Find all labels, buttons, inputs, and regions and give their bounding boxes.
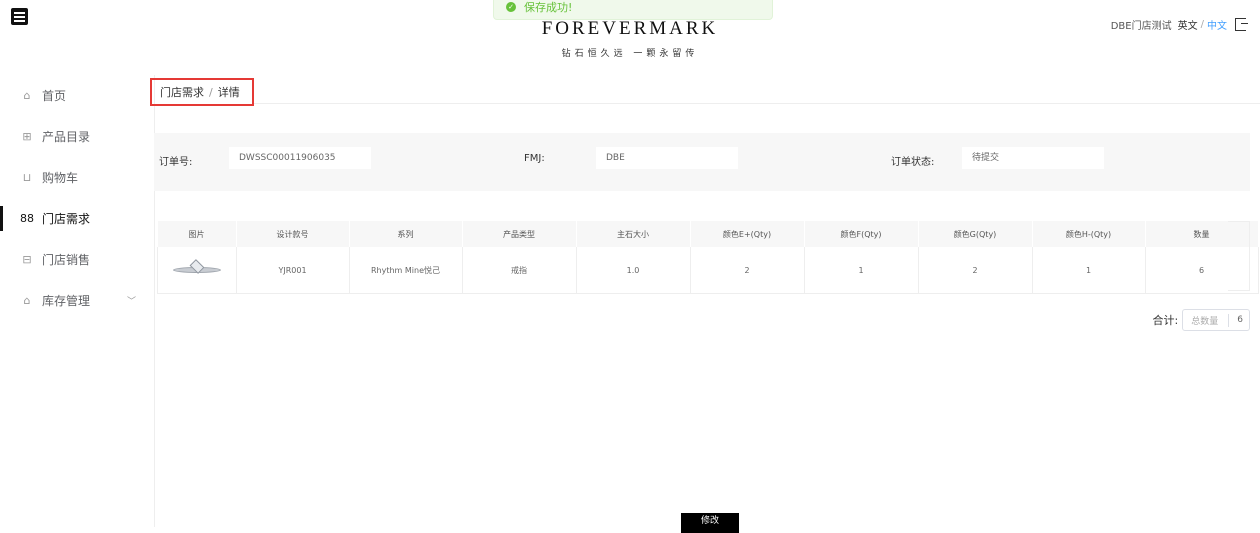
toast-message: 保存成功! [524, 1, 573, 14]
column-header: 产品类型 [462, 221, 577, 247]
sidebar-item-label: 购物车 [42, 171, 79, 185]
lang-english-link[interactable]: 英文 [1178, 17, 1198, 32]
logo-tagline: 钻石恒久远 一颗永留传 [561, 49, 699, 59]
breadcrumb-parent-link[interactable]: 门店需求 [160, 84, 204, 100]
chevron-down-icon: ﹀ [126, 297, 136, 307]
product-type-cell: 戒指 [462, 247, 577, 294]
sidebar-item-label: 库存管理 [42, 294, 91, 308]
warehouse-icon: ⌂ [23, 294, 31, 307]
lang-separator: / [1200, 19, 1204, 30]
sidebar-item-catalog[interactable]: ⊞ 产品目录 [0, 116, 154, 157]
fmj-field: DBE [596, 147, 738, 169]
sidebar-item-store-demand[interactable]: 88 门店需求 [0, 198, 154, 239]
order-items-table: 图片 设计款号 系列 产品类型 主石大小 颜色E+(Qty) 颜色F(Qty) … [157, 221, 1259, 294]
column-header: 系列 [349, 221, 463, 247]
fmj-label: FMJ: [524, 153, 545, 164]
column-header: 颜色G(Qty) [918, 221, 1033, 247]
breadcrumb: 门店需求 / 详情 [150, 78, 254, 106]
home-icon: ⌂ [23, 89, 31, 102]
total-quantity-field: 总数量 6 [1182, 309, 1250, 331]
logout-icon[interactable] [1235, 18, 1248, 31]
order-status-label: 订单状态: [891, 157, 935, 168]
total-quantity-placeholder: 总数量 [1183, 313, 1230, 327]
sidebar-item-store-sales[interactable]: ⊟ 门店销售 [0, 239, 154, 280]
logo-wordmark: FOREVERMARK [541, 18, 719, 39]
color-h-qty-cell: 1 [1032, 247, 1146, 294]
order-number-label: 订单号: [159, 157, 193, 168]
sidebar-item-label: 产品目录 [42, 130, 91, 144]
column-header: 图片 [157, 221, 237, 247]
breadcrumb-separator: / [209, 85, 213, 99]
order-status-field: 待提交 [962, 147, 1104, 169]
apps-icon: 88 [20, 212, 34, 225]
lang-chinese-link[interactable]: 中文 [1207, 17, 1227, 32]
sidebar-item-label: 门店需求 [42, 212, 91, 226]
column-header: 颜色H-(Qty) [1032, 221, 1146, 247]
color-f-qty-cell: 1 [804, 247, 919, 294]
edit-button[interactable]: 修改 [681, 513, 739, 533]
total-quantity-value: 6 [1237, 315, 1243, 325]
sidebar: ⌂ 首页 ⊞ 产品目录 ⊔ 购物车 88 门店需求 ⊟ 门店销售 ⌂ 库存管理 … [0, 75, 155, 527]
total-summary: 合计: 总数量 6 [1153, 309, 1250, 331]
register-icon: ⊟ [22, 253, 32, 266]
column-header: 颜色E+(Qty) [690, 221, 805, 247]
user-area: DBE门店测试 英文 / 中文 [1110, 17, 1248, 32]
grid-icon: ⊞ [22, 130, 32, 143]
breadcrumb-current: 详情 [217, 86, 240, 99]
table-scrollbar-gutter [1228, 221, 1250, 291]
sidebar-item-cart[interactable]: ⊔ 购物车 [0, 157, 154, 198]
sidebar-item-inventory[interactable]: ⌂ 库存管理 ﹀ [0, 280, 154, 321]
color-g-qty-cell: 2 [918, 247, 1033, 294]
product-image-cell [157, 247, 237, 294]
table-header-row: 图片 设计款号 系列 产品类型 主石大小 颜色E+(Qty) 颜色F(Qty) … [157, 221, 1259, 247]
check-circle-icon: ✓ [506, 2, 516, 12]
sidebar-item-home[interactable]: ⌂ 首页 [0, 75, 154, 116]
sidebar-item-label: 首页 [42, 89, 67, 103]
store-name: DBE门店测试 [1110, 21, 1172, 32]
column-header: 设计款号 [236, 221, 350, 247]
stone-size-cell: 1.0 [576, 247, 691, 294]
table-row: YJR001 Rhythm Mine悦己 戒指 1.0 2 1 2 1 6 [157, 247, 1259, 294]
total-label: 合计: [1152, 314, 1179, 327]
success-toast: ✓ 保存成功! [493, 0, 773, 20]
ring-product-image[interactable] [171, 259, 223, 276]
column-header: 颜色F(Qty) [804, 221, 919, 247]
sidebar-item-label: 门店销售 [42, 253, 91, 267]
order-number-field: DWSSC00011906035 [229, 147, 371, 169]
series-cell: Rhythm Mine悦己 [349, 247, 463, 294]
divider [254, 103, 1260, 104]
cart-icon: ⊔ [22, 171, 32, 184]
color-e-qty-cell: 2 [690, 247, 805, 294]
column-header: 主石大小 [576, 221, 691, 247]
design-code-cell: YJR001 [236, 247, 350, 294]
